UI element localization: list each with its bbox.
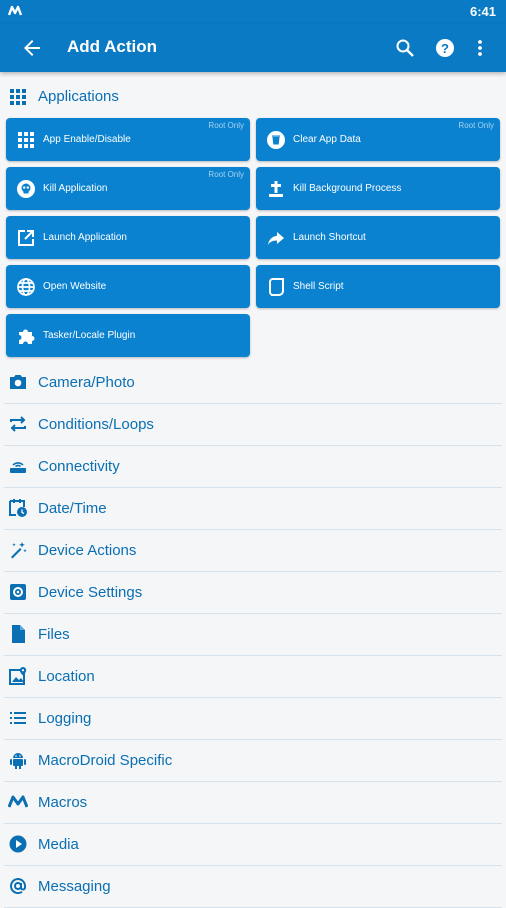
tile-clear-app-data[interactable]: Clear App Data Root Only: [256, 118, 500, 161]
tile-tasker-locale-plugin[interactable]: Tasker/Locale Plugin: [6, 314, 250, 357]
file-icon: [8, 624, 28, 644]
root-only-badge: Root Only: [458, 121, 494, 130]
category-label: Date/Time: [38, 500, 107, 517]
android-icon: [8, 750, 28, 770]
category-macrodroid-specific[interactable]: MacroDroid Specific: [4, 740, 502, 782]
page-title: Add Action: [67, 37, 158, 56]
category-label: Macros: [38, 794, 88, 811]
macrodroid-logo-icon: [8, 5, 24, 17]
category-label: MacroDroid Specific: [38, 752, 173, 769]
tile-shell-script[interactable]: Shell Script: [256, 265, 500, 308]
tile-label: Clear App Data: [293, 134, 361, 145]
tile-kill-background-process[interactable]: Kill Background Process: [256, 167, 500, 210]
calendar-clock-icon: [8, 498, 28, 518]
search-icon[interactable]: [393, 36, 417, 60]
category-label: Logging: [38, 710, 92, 727]
script-icon: [266, 277, 286, 297]
category-label: Device Actions: [38, 542, 137, 559]
back-arrow-icon[interactable]: [20, 36, 44, 60]
settings-box-icon: [8, 582, 28, 602]
category-conditions-loops[interactable]: Conditions/Loops: [4, 404, 502, 446]
status-bar: 6:41: [0, 0, 506, 24]
category-connectivity[interactable]: Connectivity: [4, 446, 502, 488]
apps-grid-icon: [8, 87, 28, 107]
tile-label: App Enable/Disable: [43, 134, 131, 145]
category-label: Location: [38, 668, 95, 685]
grave-cross-icon: [266, 179, 286, 199]
category-label: Media: [38, 836, 79, 853]
tile-label: Tasker/Locale Plugin: [43, 330, 136, 341]
trash-icon: [266, 130, 286, 150]
router-icon: [8, 456, 28, 476]
tile-open-website[interactable]: Open Website: [6, 265, 250, 308]
repeat-icon: [8, 414, 28, 434]
applications-grid: App Enable/Disable Root Only Clear App D…: [0, 118, 506, 362]
tile-label: Kill Background Process: [293, 183, 402, 194]
category-camera-photo[interactable]: Camera/Photo: [4, 362, 502, 404]
category-label: Messaging: [38, 878, 111, 895]
category-label: Camera/Photo: [38, 374, 135, 391]
grid-icon: [16, 130, 36, 150]
open-external-icon: [16, 228, 36, 248]
tile-label: Kill Application: [43, 183, 108, 194]
map-pin-icon: [8, 666, 28, 686]
category-label: Conditions/Loops: [38, 416, 154, 433]
at-sign-icon: [8, 876, 28, 896]
svg-text:?: ?: [441, 41, 449, 56]
tile-launch-shortcut[interactable]: Launch Shortcut: [256, 216, 500, 259]
tile-launch-application[interactable]: Launch Application: [6, 216, 250, 259]
play-circle-icon: [8, 834, 28, 854]
tile-label: Launch Application: [43, 232, 127, 243]
section-applications[interactable]: Applications: [0, 74, 506, 120]
app-bar: Add Action ?: [0, 24, 506, 72]
category-logging[interactable]: Logging: [4, 698, 502, 740]
globe-icon: [16, 277, 36, 297]
section-title: Applications: [38, 88, 119, 105]
help-icon[interactable]: ?: [433, 36, 457, 60]
list-icon: [8, 708, 28, 728]
tile-app-enable-disable[interactable]: App Enable/Disable Root Only: [6, 118, 250, 161]
macrodroid-logo-icon: [8, 792, 28, 812]
tile-label: Launch Shortcut: [293, 232, 366, 243]
category-label: Device Settings: [38, 584, 143, 601]
more-options-icon[interactable]: [468, 36, 492, 60]
tile-label: Shell Script: [293, 281, 344, 292]
category-media[interactable]: Media: [4, 824, 502, 866]
tile-kill-application[interactable]: Kill Application Root Only: [6, 167, 250, 210]
category-date-time[interactable]: Date/Time: [4, 488, 502, 530]
category-files[interactable]: Files: [4, 614, 502, 656]
magic-wand-icon: [8, 540, 28, 560]
category-device-actions[interactable]: Device Actions: [4, 530, 502, 572]
category-location[interactable]: Location: [4, 656, 502, 698]
skull-icon: [16, 179, 36, 199]
share-arrow-icon: [266, 228, 286, 248]
root-only-badge: Root Only: [208, 170, 244, 179]
tile-label: Open Website: [43, 281, 107, 292]
category-macros[interactable]: Macros: [4, 782, 502, 824]
status-time: 6:41: [469, 4, 496, 19]
puzzle-icon: [16, 326, 36, 346]
category-device-settings[interactable]: Device Settings: [4, 572, 502, 614]
camera-icon: [8, 372, 28, 392]
root-only-badge: Root Only: [208, 121, 244, 130]
category-messaging[interactable]: Messaging: [4, 866, 502, 908]
action-list[interactable]: Applications App Enable/Disable Root Onl…: [0, 74, 506, 908]
category-label: Connectivity: [38, 458, 120, 475]
category-label: Files: [38, 626, 70, 643]
